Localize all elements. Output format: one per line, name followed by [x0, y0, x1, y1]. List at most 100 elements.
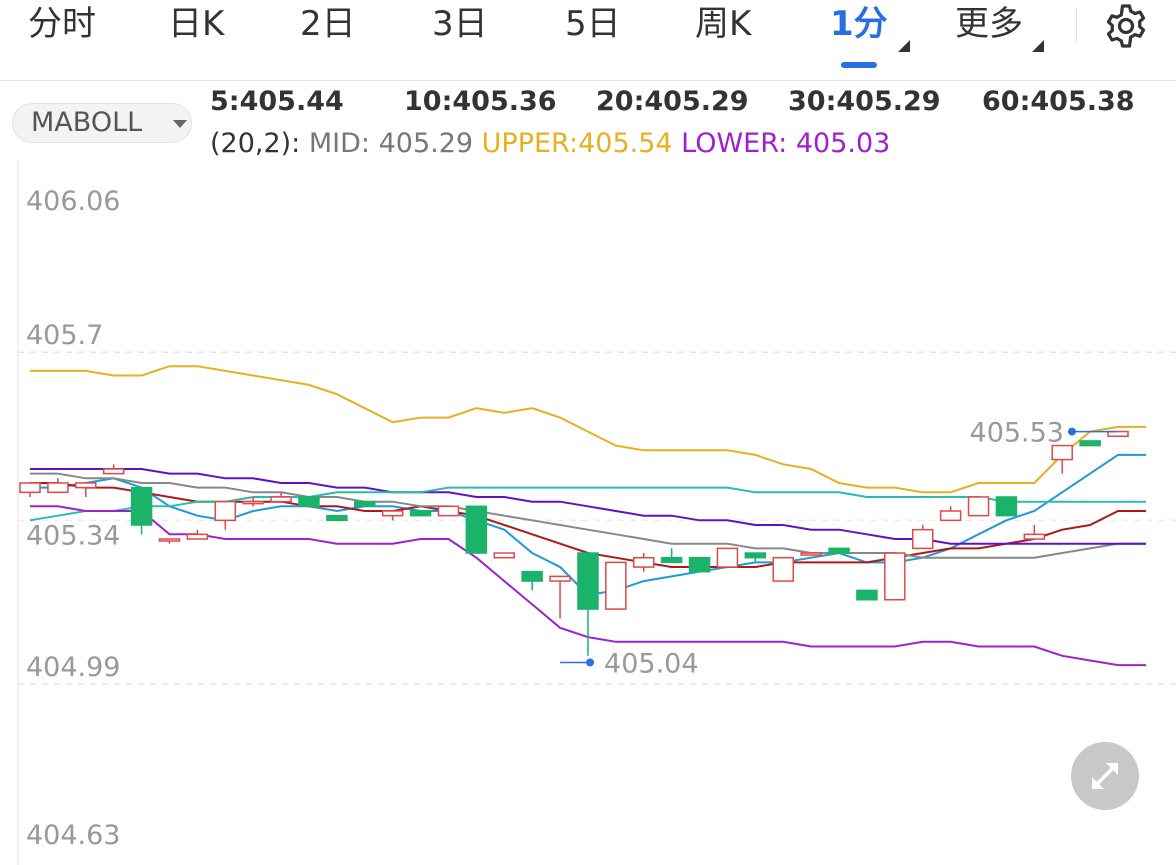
candle	[688, 556, 711, 573]
candle-body	[660, 556, 683, 564]
boll-mid: MID: 405.29	[308, 128, 474, 159]
candle-body	[549, 575, 571, 582]
candle	[75, 482, 97, 497]
tab-1-minute-menu-indicator	[898, 40, 910, 52]
boll-lower: LOWER: 405.03	[681, 128, 891, 159]
candle	[409, 510, 432, 517]
boll-values: (20,2): MID: 405.29 UPPER:405.54 LOWER: …	[210, 128, 890, 159]
candle-body	[521, 570, 543, 582]
candle-body	[381, 510, 404, 517]
tab-5-day[interactable]: 5日	[565, 0, 621, 60]
chevron-down-icon	[173, 120, 187, 128]
indicator-selector[interactable]: MABOLL	[12, 103, 192, 143]
candle-body	[856, 589, 878, 601]
candle-body	[409, 510, 432, 517]
candle-body	[214, 500, 237, 522]
candle-body	[828, 547, 850, 554]
candle	[577, 552, 599, 656]
candle	[102, 464, 125, 475]
low-marker-dot	[586, 658, 595, 667]
candle	[493, 552, 516, 559]
ma5-value: 5:405.44	[210, 86, 344, 117]
tab-3-day[interactable]: 3日	[432, 0, 488, 60]
boll-params: (20,2):	[210, 128, 301, 159]
candle	[660, 548, 683, 564]
candle	[800, 552, 822, 556]
candle-body	[47, 482, 69, 494]
candle	[521, 570, 543, 591]
candlestick-chart[interactable]: 406.06 405.7 405.34 404.99 404.63 405.53 405.…	[0, 160, 1176, 865]
candle-body	[884, 552, 906, 601]
candle	[186, 529, 209, 540]
tab-intraday[interactable]: 分时	[28, 0, 96, 60]
candle	[1051, 444, 1073, 474]
candle-body	[326, 514, 348, 522]
candle-body	[744, 552, 767, 559]
candle-body	[716, 547, 739, 568]
tab-weekly-k[interactable]: 周K	[695, 0, 751, 60]
tab-more-menu-indicator	[1032, 40, 1044, 52]
candle	[967, 496, 990, 517]
candle	[214, 500, 237, 530]
candle	[158, 538, 181, 544]
candle-body	[186, 533, 209, 540]
candle	[856, 589, 878, 601]
candle-body	[19, 482, 41, 494]
candle-body	[632, 556, 655, 568]
y-tick-label: 405.34	[26, 520, 120, 551]
candle	[465, 505, 488, 554]
candle	[1079, 440, 1101, 447]
y-tick-label: 404.99	[26, 652, 120, 683]
candle	[911, 525, 934, 550]
candle	[632, 553, 655, 572]
candle-body	[688, 556, 711, 573]
candle-body	[465, 505, 488, 554]
candle	[381, 510, 404, 521]
gear-icon[interactable]	[1102, 2, 1150, 50]
candle	[716, 547, 739, 568]
candle	[605, 561, 627, 610]
candle-body	[102, 468, 125, 475]
candle-body	[605, 561, 627, 610]
candle	[939, 506, 962, 522]
candle-body	[939, 510, 962, 522]
y-tick-label: 404.63	[26, 820, 120, 851]
y-tick-label: 405.7	[26, 320, 103, 351]
candle	[130, 486, 153, 535]
ma60-value: 60:405.38	[982, 86, 1135, 117]
ma10-value: 10:405.36	[404, 86, 557, 117]
high-marker-dot	[1068, 427, 1076, 436]
candle	[1023, 525, 1046, 540]
tab-1-minute[interactable]: 1分	[830, 0, 888, 68]
candle	[549, 575, 571, 619]
candle-body	[493, 552, 516, 559]
candle-body	[298, 496, 320, 508]
candle-body	[967, 496, 990, 517]
candle-body	[130, 486, 153, 526]
candle-body	[437, 505, 460, 517]
candle	[995, 496, 1018, 517]
candle-body	[1079, 440, 1101, 447]
candle	[772, 556, 794, 582]
tab-divider	[1076, 8, 1077, 44]
candle-body	[800, 552, 822, 556]
candle-body	[577, 552, 599, 610]
boll-upper: UPPER:405.54	[481, 128, 673, 159]
candle	[828, 547, 850, 554]
tab-2-day[interactable]: 2日	[300, 0, 356, 60]
period-tab-bar: 分时 日K 2日 3日 5日 周K 1分 更多	[0, 0, 1176, 81]
low-price-label: 405.04	[604, 648, 698, 679]
active-tab-indicator	[840, 62, 877, 68]
tab-more[interactable]: 更多	[955, 0, 1023, 60]
tab-daily-k[interactable]: 日K	[168, 0, 224, 60]
candle-body	[75, 482, 97, 489]
candle	[884, 552, 906, 601]
candle	[298, 496, 320, 508]
ma30-value: 30:405.29	[788, 86, 941, 117]
expand-chart-button[interactable]	[1071, 742, 1139, 810]
candle-body	[158, 538, 181, 542]
candle	[47, 478, 69, 494]
candle-body	[911, 528, 934, 550]
candle	[744, 552, 767, 563]
candle-body	[242, 500, 264, 505]
